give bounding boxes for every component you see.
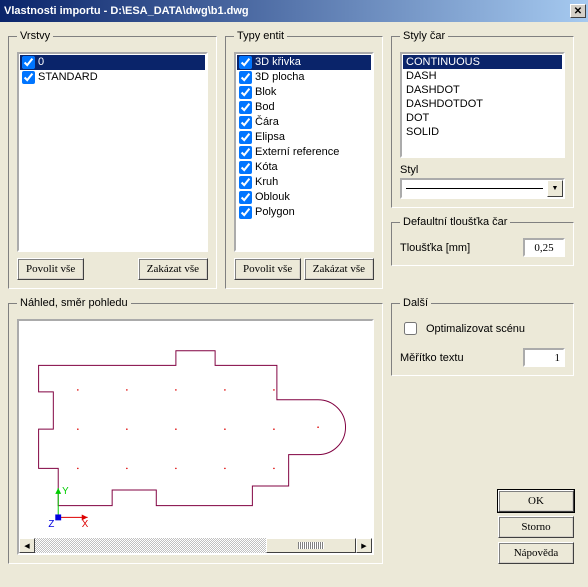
list-item-checkbox[interactable] (239, 206, 252, 219)
list-item-checkbox[interactable] (239, 101, 252, 114)
list-item-checkbox[interactable] (239, 161, 252, 174)
entity-types-list[interactable]: 3D křivka3D plochaBlokBodČáraElipsaExter… (234, 52, 374, 252)
list-item[interactable]: STANDARD (20, 70, 205, 85)
list-item-label: Kruh (255, 175, 278, 190)
layers-enable-all-button[interactable]: Povolit vše (17, 258, 84, 280)
list-item[interactable]: Oblouk (237, 190, 371, 205)
list-item[interactable]: Kóta (237, 160, 371, 175)
list-item[interactable]: Blok (237, 85, 371, 100)
preview-group: Náhled, směr pohledu (8, 297, 383, 564)
list-item-label: Kóta (255, 160, 278, 175)
help-button[interactable]: Nápověda (498, 542, 574, 564)
list-item-checkbox[interactable] (239, 116, 252, 129)
list-item[interactable]: DASHDOTDOT (403, 97, 562, 111)
list-item[interactable]: DASHDOT (403, 83, 562, 97)
list-item[interactable]: Čára (237, 115, 371, 130)
axis-x-label: X (82, 519, 89, 530)
title-bar: Vlastnosti importu - D:\ESA_DATA\dwg\b1.… (0, 0, 588, 22)
list-item[interactable]: 3D plocha (237, 70, 371, 85)
list-item-label: Bod (255, 100, 275, 115)
list-item[interactable]: DASH (403, 69, 562, 83)
layers-legend: Vrstvy (17, 30, 53, 42)
other-group: Další Optimalizovat scénu Měřítko textu (391, 297, 574, 376)
thickness-label: Tloušťka [mm] (400, 242, 517, 254)
optimize-checkbox-row[interactable]: Optimalizovat scénu (400, 319, 565, 338)
list-item[interactable]: Polygon (237, 205, 371, 220)
line-styles-legend: Styly čar (400, 30, 448, 42)
text-scale-label: Měřítko textu (400, 352, 517, 364)
list-item-label: Blok (255, 85, 276, 100)
style-combo-value (402, 180, 547, 197)
text-scale-input[interactable] (523, 348, 565, 367)
line-styles-group: Styly čar CONTINUOUSDASHDASHDOTDASHDOTDO… (391, 30, 574, 208)
list-item[interactable]: Bod (237, 100, 371, 115)
close-button[interactable]: ✕ (570, 4, 586, 18)
scroll-thumb[interactable] (266, 538, 356, 553)
list-item-label: Externí reference (255, 145, 339, 160)
entity-types-legend: Typy entit (234, 30, 287, 42)
optimize-checkbox[interactable] (404, 322, 417, 335)
list-item[interactable]: CONTINUOUS (403, 55, 562, 69)
list-item-checkbox[interactable] (239, 86, 252, 99)
scroll-left-icon[interactable]: ◀ (19, 538, 35, 553)
ok-button[interactable]: OK (498, 490, 574, 512)
list-item-checkbox[interactable] (239, 71, 252, 84)
list-item-label: 3D plocha (255, 70, 305, 85)
types-enable-all-button[interactable]: Povolit vše (234, 258, 301, 280)
window-title: Vlastnosti importu - D:\ESA_DATA\dwg\b1.… (4, 5, 570, 17)
layers-group: Vrstvy 0STANDARD Povolit vše Zakázat vše (8, 30, 217, 289)
list-item-label: Oblouk (255, 190, 290, 205)
list-item[interactable]: 0 (20, 55, 205, 70)
list-item[interactable]: Elipsa (237, 130, 371, 145)
list-item-label: 3D křivka (255, 55, 301, 70)
list-item-checkbox[interactable] (239, 191, 252, 204)
list-item[interactable]: Externí reference (237, 145, 371, 160)
axis-z-label: Z (48, 519, 54, 530)
list-item[interactable]: Kruh (237, 175, 371, 190)
chevron-down-icon[interactable]: ▼ (547, 180, 563, 197)
preview-legend: Náhled, směr pohledu (17, 297, 131, 309)
optimize-label: Optimalizovat scénu (426, 323, 525, 335)
style-label: Styl (400, 164, 565, 176)
list-item-checkbox[interactable] (22, 56, 35, 69)
cancel-button[interactable]: Storno (498, 516, 574, 538)
other-legend: Další (400, 297, 431, 309)
preview-canvas[interactable]: Y X Z ◀ ▶ (17, 319, 374, 555)
list-item-label: Čára (255, 115, 279, 130)
list-item-checkbox[interactable] (239, 131, 252, 144)
list-item-checkbox[interactable] (239, 176, 252, 189)
list-item-label: Polygon (255, 205, 295, 220)
line-styles-list[interactable]: CONTINUOUSDASHDASHDOTDASHDOTDOTDOTSOLID (400, 52, 565, 158)
list-item[interactable]: DOT (403, 111, 562, 125)
list-item[interactable]: SOLID (403, 125, 562, 139)
list-item-label: Elipsa (255, 130, 285, 145)
line-thickness-legend: Defaultní tloušťka čar (400, 216, 510, 228)
scroll-right-icon[interactable]: ▶ (356, 538, 372, 553)
preview-hscrollbar[interactable]: ◀ ▶ (19, 538, 372, 553)
layers-list[interactable]: 0STANDARD (17, 52, 208, 252)
style-combo[interactable]: ▼ (400, 178, 565, 199)
layers-disable-all-button[interactable]: Zakázat vše (138, 258, 208, 280)
list-item-checkbox[interactable] (239, 56, 252, 69)
line-thickness-group: Defaultní tloušťka čar Tloušťka [mm] (391, 216, 574, 266)
thickness-input[interactable] (523, 238, 565, 257)
list-item-label: STANDARD (38, 70, 98, 85)
entity-types-group: Typy entit 3D křivka3D plochaBlokBodČára… (225, 30, 383, 289)
list-item-checkbox[interactable] (22, 71, 35, 84)
axis-y-label: Y (62, 486, 69, 497)
list-item[interactable]: 3D křivka (237, 55, 371, 70)
list-item-label: 0 (38, 55, 44, 70)
list-item-checkbox[interactable] (239, 146, 252, 159)
types-disable-all-button[interactable]: Zakázat vše (304, 258, 374, 280)
